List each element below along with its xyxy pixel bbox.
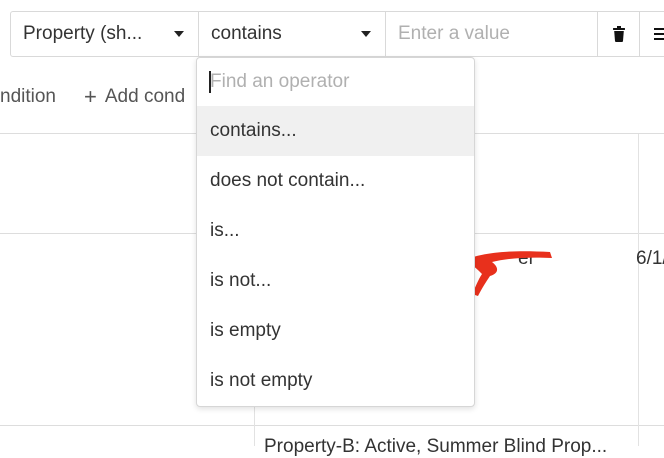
filter-condition-row: Property (sh... contains [10, 11, 664, 57]
chevron-down-icon [361, 31, 371, 37]
operator-option-is-not-empty[interactable]: is not empty [197, 356, 474, 406]
value-input[interactable] [398, 23, 588, 45]
operator-option-label: is... [210, 220, 240, 241]
operator-dropdown: contains... does not contain... is... is… [196, 57, 475, 407]
operator-select-label: contains [211, 23, 282, 44]
operator-option-is-not[interactable]: is not... [197, 256, 474, 306]
plus-icon: + [84, 84, 97, 109]
table-column-divider [638, 134, 639, 446]
operator-search-input[interactable] [210, 71, 450, 93]
operator-option-label: is not... [210, 270, 272, 291]
redaction-mark [470, 251, 552, 296]
operator-option-is-empty[interactable]: is empty [197, 306, 474, 356]
table-cell-text: Property-B: Active, Summer Blind Prop... [264, 436, 608, 457]
operator-option-label: contains... [210, 120, 297, 141]
table-row-divider [0, 425, 664, 426]
operator-option-is[interactable]: is... [197, 206, 474, 256]
more-options-button[interactable] [640, 12, 664, 56]
operator-search [197, 58, 474, 106]
delete-condition-button[interactable] [598, 12, 640, 56]
property-select[interactable]: Property (sh... [11, 12, 199, 56]
chevron-down-icon [174, 31, 184, 37]
operator-option-label: is not empty [210, 370, 313, 391]
operator-option-label: does not contain... [210, 170, 366, 191]
operator-option-contains[interactable]: contains... [197, 106, 474, 156]
operator-option-label: is empty [210, 320, 281, 341]
text-cursor [209, 71, 211, 93]
table-cell-date: 6/1/ [636, 248, 664, 269]
more-options-icon [654, 28, 664, 40]
add-condition-group-label: ndition [0, 86, 56, 107]
add-condition-group-button[interactable]: ndition [0, 86, 56, 108]
operator-option-does-not-contain[interactable]: does not contain... [197, 156, 474, 206]
value-field-wrapper [386, 12, 598, 56]
property-select-label: Property (sh... [23, 23, 143, 44]
add-condition-button[interactable]: + Add cond [84, 86, 185, 108]
trash-icon [612, 26, 625, 42]
redaction-stroke [470, 251, 552, 296]
operator-select[interactable]: contains [199, 12, 386, 56]
add-condition-label: Add cond [104, 86, 186, 107]
